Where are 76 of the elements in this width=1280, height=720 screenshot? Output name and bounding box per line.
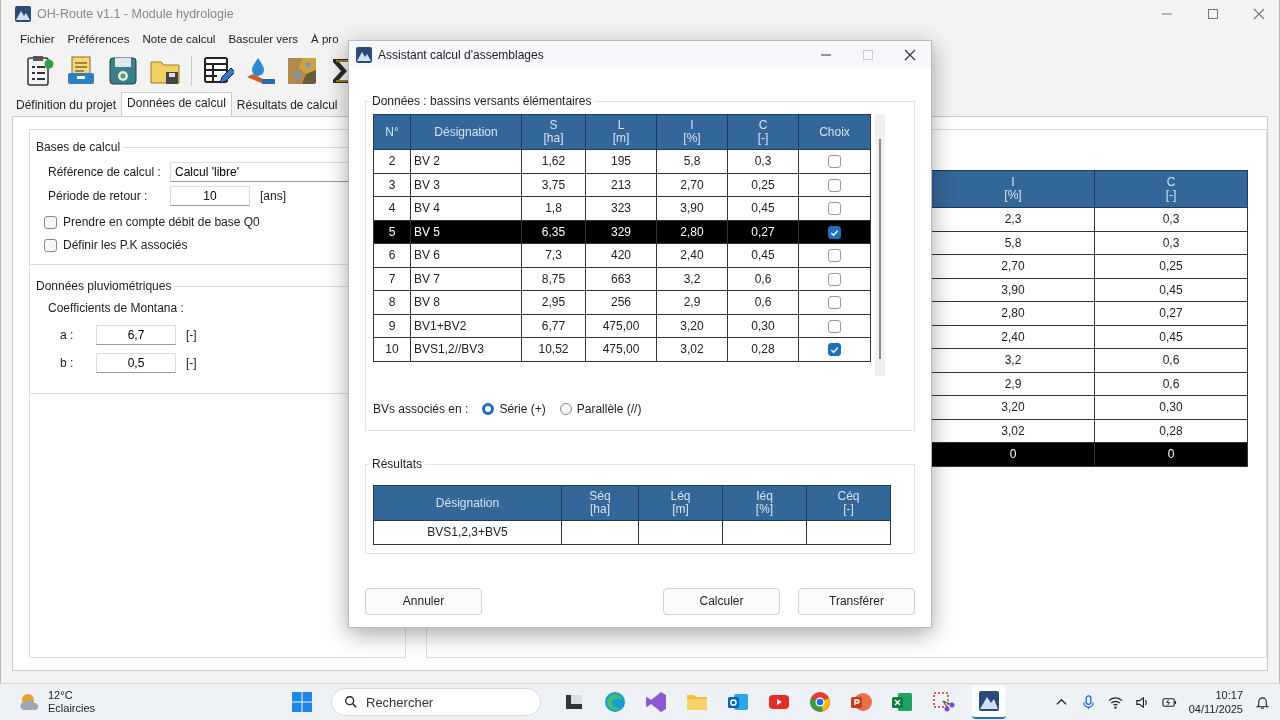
table-cell: 2,40 xyxy=(931,325,1095,349)
table-cell: 5 xyxy=(373,220,411,244)
column-header: S [ha] xyxy=(521,114,586,150)
checkbox-label: Définir les P.K associés xyxy=(63,238,188,252)
table-cell: 10 xyxy=(373,337,411,361)
table-cell: BV 4 xyxy=(410,196,522,220)
weather-text: Eclaircies xyxy=(48,702,96,715)
table-cell: 0,45 xyxy=(1094,325,1248,349)
table-cell: 8 xyxy=(373,290,411,314)
column-header: C [-] xyxy=(1094,170,1248,208)
unit-label: [-] xyxy=(186,356,197,370)
group-title: Bases de calcul xyxy=(35,140,122,154)
table-cell: 0,28 xyxy=(1094,419,1248,443)
total-cell: 0 xyxy=(1094,442,1248,466)
table-cell: 0,27 xyxy=(1094,301,1248,325)
table-cell: 0,45 xyxy=(1094,278,1248,302)
table-cell: BV 2 xyxy=(410,149,522,173)
field-label: Période de retour : xyxy=(48,189,149,203)
column-header: Iéq [%] xyxy=(722,485,807,521)
table-cell: 2,80 xyxy=(931,301,1095,325)
field-label: Référence de calcul : xyxy=(48,165,162,179)
table-cell: BV 5 xyxy=(410,220,522,244)
table-cell: 0,6 xyxy=(1094,372,1248,396)
column-header: Séq [ha] xyxy=(561,485,639,521)
field-label: b : xyxy=(59,356,75,370)
column-header: I [%] xyxy=(931,170,1095,208)
table-cell: 3,2 xyxy=(931,348,1095,372)
temperature-text: 12°C xyxy=(48,689,74,702)
table-cell: 3 xyxy=(373,173,411,197)
table-cell: 3,90 xyxy=(931,278,1095,302)
radio-label: Parallèle (//) xyxy=(576,402,642,416)
unit-label: [-] xyxy=(186,328,197,342)
table-cell: 2,70 xyxy=(931,254,1095,278)
radio-label: Série (+) xyxy=(499,402,546,416)
column-header: Choix xyxy=(798,114,871,150)
table-cell: 0,25 xyxy=(1094,254,1248,278)
radio-group-label: BVs associés en : xyxy=(373,402,469,416)
table-cell: 3,20 xyxy=(931,395,1095,419)
column-header: Léq [m] xyxy=(638,485,723,521)
table-cell: BV1+BV2 xyxy=(410,314,522,338)
section-label: Coefficients de Montana : xyxy=(48,301,184,315)
table-cell: 4 xyxy=(373,196,411,220)
table-cell: 0,30 xyxy=(1094,395,1248,419)
dialog-title: Assistant calcul d'assemblages xyxy=(378,47,544,62)
column-header: Désignation xyxy=(410,114,522,150)
column-header: Céq [-] xyxy=(806,485,891,521)
group-title: Données : bassins versants élémentaires xyxy=(371,94,593,108)
table-cell: BV 6 xyxy=(410,243,522,267)
table-cell: BVS1,2//BV3 xyxy=(410,337,522,361)
table-cell: 3,02 xyxy=(931,419,1095,443)
table-cell: 6 xyxy=(373,243,411,267)
table-cell: 2 xyxy=(373,149,411,173)
column-header: I [%] xyxy=(656,114,728,150)
group-title: Résultats xyxy=(371,457,424,471)
column-header: L [m] xyxy=(585,114,657,150)
table-cell: BV 3 xyxy=(410,173,522,197)
table-cell: BV 8 xyxy=(410,290,522,314)
table-cell: BV 7 xyxy=(410,267,522,291)
table-cell: 0,3 xyxy=(1094,207,1248,231)
table-cell: 0,3 xyxy=(1094,231,1248,255)
table-cell: 2,3 xyxy=(931,207,1095,231)
field-label: a : xyxy=(59,328,75,342)
table-cell: 0,6 xyxy=(1094,348,1248,372)
table-cell: 7 xyxy=(373,267,411,291)
window-title: OH-Route v1.1 - Module hydrologie xyxy=(37,7,234,21)
table-cell: 9 xyxy=(373,314,411,338)
checkbox-label: Prendre en compte débit de base Q0 xyxy=(63,215,260,229)
table-cell: 2,9 xyxy=(931,372,1095,396)
column-header: Désignation xyxy=(373,485,562,521)
column-header: N° xyxy=(373,114,411,150)
unit-label: [ans] xyxy=(260,189,286,203)
total-cell: 0 xyxy=(931,442,1095,466)
table-cell: BVS1,2,3+BV5 xyxy=(373,520,562,544)
table-cell: 5,8 xyxy=(931,231,1095,255)
column-header: C [-] xyxy=(727,114,799,150)
group-title: Données pluviométriques xyxy=(35,279,173,293)
